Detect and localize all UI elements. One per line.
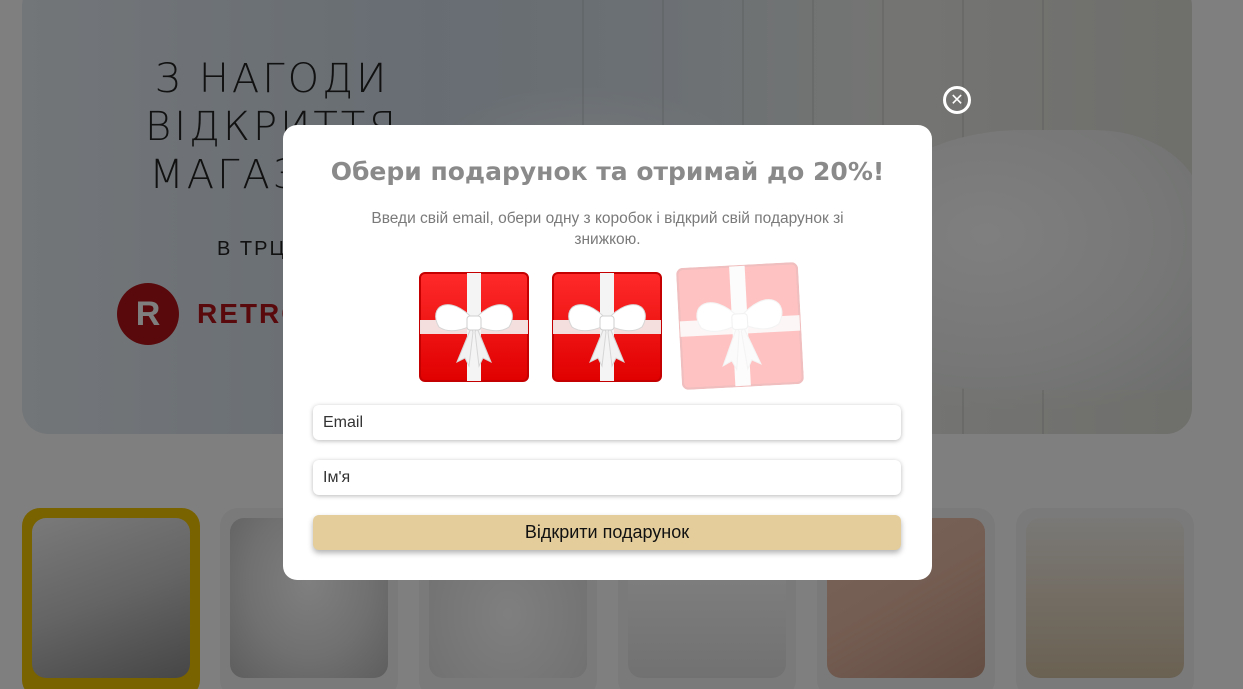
close-icon[interactable]: ✕ bbox=[943, 86, 971, 114]
gift-box-icon bbox=[552, 272, 662, 382]
open-gift-button[interactable]: Відкрити подарунок bbox=[313, 515, 901, 550]
name-field[interactable] bbox=[313, 460, 901, 495]
popup-title: Обери подарунок та отримай до 20%! bbox=[330, 157, 885, 186]
gift-box-icon bbox=[676, 262, 804, 390]
gift-choices bbox=[419, 262, 809, 395]
gift-box-2[interactable] bbox=[552, 272, 662, 382]
email-field[interactable] bbox=[313, 405, 901, 440]
popup-description: Введи свій email, обери одну з коробок і… bbox=[371, 210, 844, 248]
gift-popup: Обери подарунок та отримай до 20%! Введи… bbox=[283, 125, 932, 580]
gift-box-3[interactable] bbox=[676, 262, 804, 390]
gift-box-icon bbox=[419, 272, 529, 382]
gift-box-1[interactable] bbox=[419, 272, 529, 382]
